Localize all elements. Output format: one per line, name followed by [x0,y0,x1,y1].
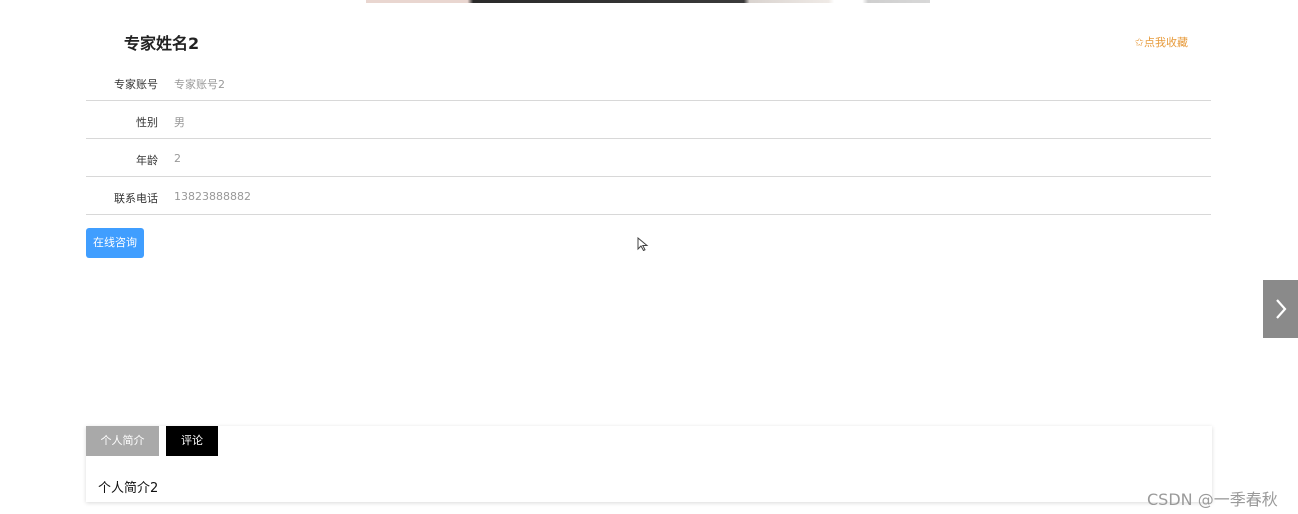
watermark: CSDN @一季春秋 [1147,490,1278,509]
intro-content: 个人简介2 [98,481,159,496]
info-value: 男 [174,116,185,129]
tab-intro[interactable]: 个人简介 [86,426,159,456]
chevron-right-icon [1276,299,1287,319]
add-favorite-link[interactable]: ✩点我收藏 [1135,34,1188,50]
info-label: 性别 [136,116,158,129]
carousel-next-button[interactable] [1263,280,1298,338]
expert-name-title: 专家姓名2 [124,34,200,53]
info-label: 专家账号 [114,78,158,91]
online-consult-button[interactable]: 在线咨询 [86,228,144,258]
info-label: 联系电话 [114,192,158,205]
mouse-cursor-icon [637,237,649,251]
carousel-image-edge [366,0,930,3]
info-row-phone: 联系电话 13823888882 [86,177,1211,215]
info-row-account: 专家账号 专家账号2 [86,63,1211,101]
tab-comments[interactable]: 评论 [166,426,218,456]
info-row-gender: 性别 男 [86,101,1211,139]
info-value: 13823888882 [174,190,251,203]
info-label: 年龄 [136,154,158,167]
info-value: 2 [174,152,181,165]
detail-tabs-panel: 个人简介 评论 个人简介2 [86,426,1212,502]
info-row-age: 年龄 2 [86,139,1211,177]
info-value: 专家账号2 [174,78,225,91]
